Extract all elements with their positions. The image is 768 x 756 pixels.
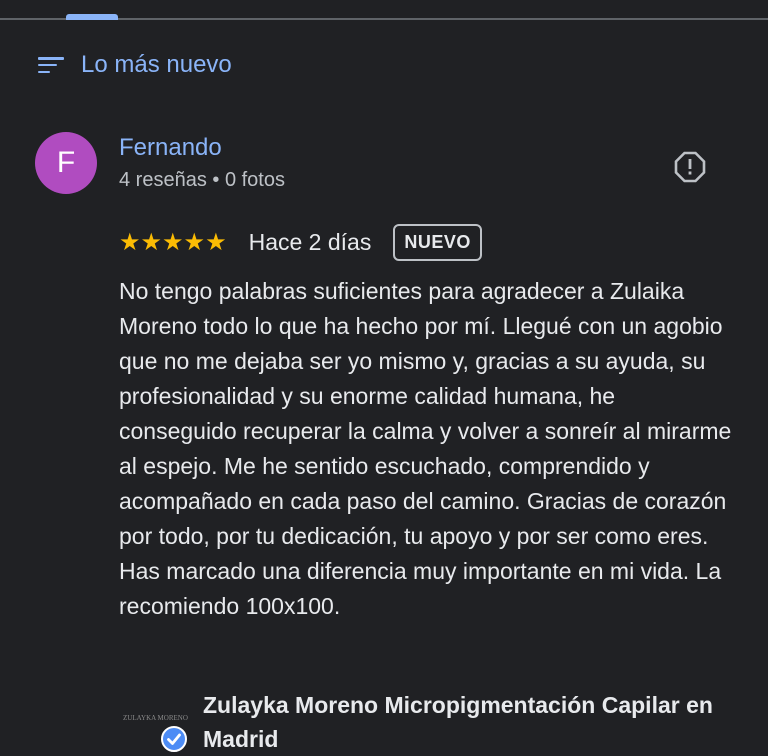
active-tab-indicator xyxy=(66,14,118,20)
review-date: Hace 2 días xyxy=(248,228,372,255)
owner-logo-text: ZULAYKA MORENO xyxy=(123,714,188,722)
verified-check-icon xyxy=(161,726,187,752)
sort-label: Lo más nuevo xyxy=(81,51,232,78)
new-badge: NUEVO xyxy=(393,223,482,261)
owner-name: Zulayka Moreno Micropigmentación Capilar… xyxy=(203,692,713,752)
review-text: No tengo palabras suficientes para agrad… xyxy=(119,278,732,619)
avatar[interactable]: F xyxy=(35,132,97,194)
owner-response-header: ZULAYKA MORENO Zulayka Moreno Micropigme… xyxy=(119,688,713,752)
review-author[interactable]: Fernando xyxy=(119,134,222,162)
review-author-meta: 4 reseñas • 0 fotos xyxy=(119,169,285,191)
sort-button[interactable]: Lo más nuevo xyxy=(38,48,232,82)
report-icon[interactable] xyxy=(674,151,706,183)
star-rating-icon: ★★★★★ xyxy=(119,228,227,256)
rating-row: ★★★★★ Hace 2 días NUEVO xyxy=(119,221,482,263)
owner-logo[interactable]: ZULAYKA MORENO xyxy=(119,688,191,752)
sort-icon xyxy=(38,55,64,75)
